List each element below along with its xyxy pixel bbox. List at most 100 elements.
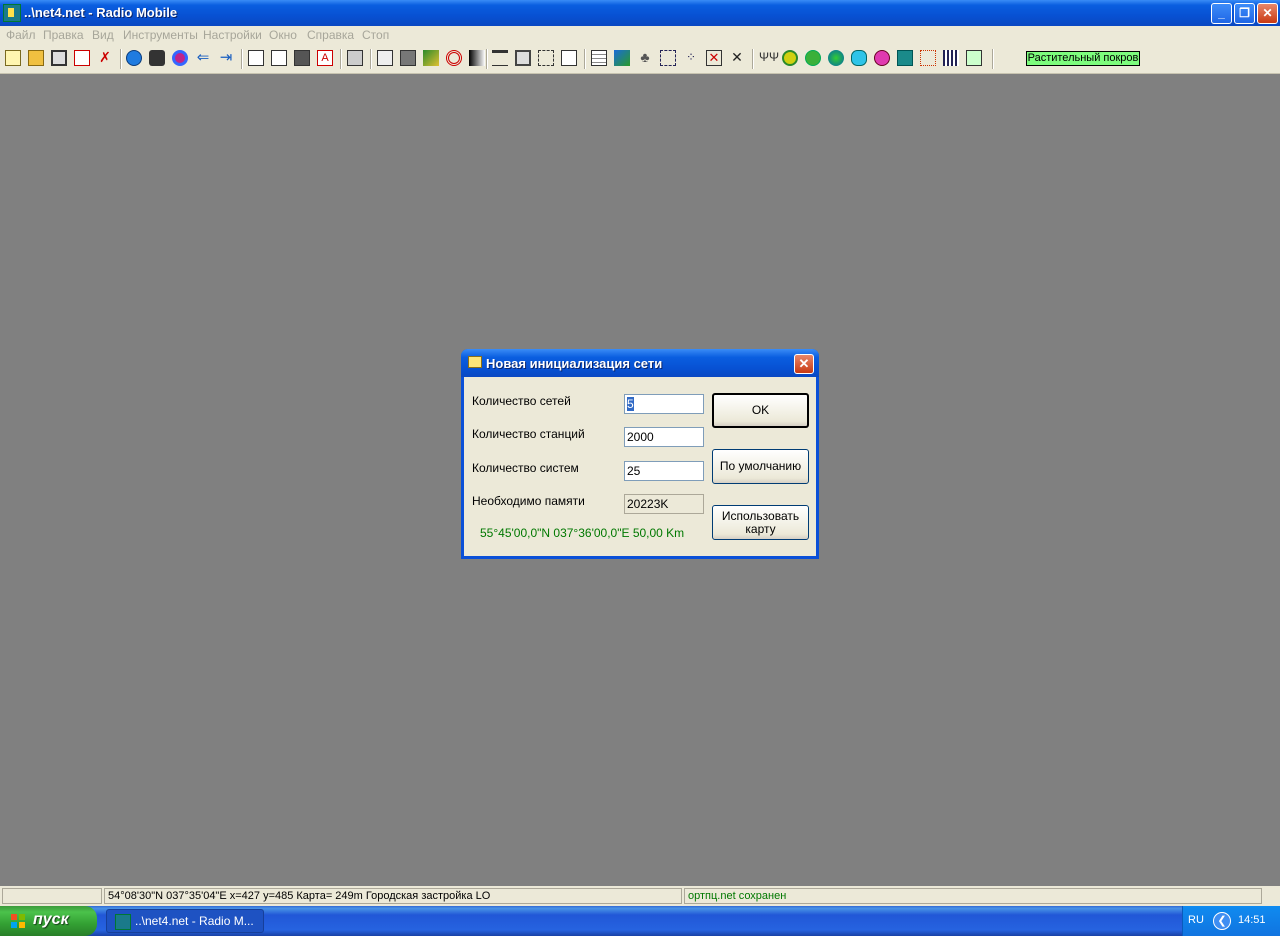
use-map-label-line2: карту bbox=[745, 522, 776, 536]
cross-icon[interactable]: ✕ bbox=[729, 50, 745, 66]
toolbar-separator bbox=[370, 49, 372, 69]
new-icon[interactable] bbox=[5, 50, 21, 66]
show-hidden-icons-icon[interactable]: ❮ bbox=[1213, 912, 1231, 930]
menu-window[interactable]: Окно bbox=[269, 28, 297, 42]
network-properties-icon[interactable] bbox=[74, 50, 90, 66]
menu-help[interactable]: Справка bbox=[307, 28, 354, 42]
defaults-button[interactable]: По умолчанию bbox=[712, 449, 809, 484]
vegetation-indicator[interactable]: Растительный покров bbox=[1026, 51, 1140, 66]
dialog-body: Количество сетей 5 Количество станций 20… bbox=[464, 377, 816, 556]
pdf-icon[interactable]: A bbox=[317, 50, 333, 66]
start-label: пуск bbox=[33, 911, 69, 928]
toolbar-separator bbox=[241, 49, 243, 69]
coverage-icon[interactable] bbox=[782, 50, 798, 66]
table-icon[interactable] bbox=[591, 50, 607, 66]
toolbar: ✗ ⇐ ⇥ A ♣ ⁘ ✕ ✕ ΨΨ Растительный покров bbox=[0, 45, 1280, 74]
windows-logo-icon bbox=[11, 914, 25, 928]
toolbar-separator bbox=[752, 49, 754, 69]
folder-icon bbox=[468, 356, 482, 368]
clock[interactable]: 14:51 bbox=[1238, 914, 1266, 926]
status-coordinates: 54°08'30"N 037°35'04"E x=427 y=485 Карта… bbox=[104, 888, 682, 904]
terrain-icon[interactable] bbox=[423, 50, 439, 66]
ruler-icon[interactable] bbox=[492, 50, 508, 66]
status-pane-empty bbox=[2, 888, 102, 904]
systems-count-input[interactable]: 25 bbox=[624, 461, 704, 481]
back-icon[interactable]: ⇐ bbox=[195, 50, 211, 66]
toolbar-separator bbox=[340, 49, 342, 69]
toolbar-separator bbox=[486, 49, 488, 69]
networks-count-input[interactable]: 5 bbox=[624, 394, 704, 414]
status-bar: 54°08'30"N 037°35'04"E x=427 y=485 Карта… bbox=[0, 886, 1280, 906]
status-message: ортпц.net сохранен bbox=[684, 888, 1262, 904]
compass-icon[interactable] bbox=[561, 50, 577, 66]
copy-icon[interactable] bbox=[377, 50, 393, 66]
open-icon[interactable] bbox=[28, 50, 44, 66]
networks-count-value: 5 bbox=[627, 397, 634, 411]
doc-edit-icon[interactable] bbox=[271, 50, 287, 66]
memory-required-value: 20223K bbox=[624, 494, 704, 514]
globe-icon[interactable] bbox=[126, 50, 142, 66]
dialog-close-button[interactable]: ✕ bbox=[794, 354, 814, 374]
minimize-button[interactable]: _ bbox=[1211, 3, 1232, 24]
close-button[interactable]: ✕ bbox=[1257, 3, 1278, 24]
network-init-dialog: Новая инициализация сети ✕ Количество се… bbox=[461, 349, 819, 559]
menu-file[interactable]: Файл bbox=[6, 28, 36, 42]
dialog-titlebar[interactable]: Новая инициализация сети ✕ bbox=[461, 349, 819, 377]
systems-count-label: Количество систем bbox=[472, 461, 579, 475]
units-icon[interactable]: ✗ bbox=[97, 50, 113, 66]
copy-pages-icon[interactable] bbox=[51, 50, 67, 66]
language-indicator[interactable]: RU bbox=[1188, 914, 1204, 926]
save-icon[interactable] bbox=[149, 50, 165, 66]
cylinder-icon[interactable] bbox=[851, 50, 867, 66]
radio-mobile-app-icon[interactable] bbox=[3, 4, 21, 22]
radio-mobile-task-icon bbox=[115, 914, 131, 930]
globe-pink-icon[interactable] bbox=[874, 50, 890, 66]
cross-box-icon[interactable]: ✕ bbox=[706, 50, 722, 66]
use-map-button[interactable]: Использовать карту bbox=[712, 505, 809, 540]
menu-settings[interactable]: Настройки bbox=[203, 28, 262, 42]
points-icon[interactable]: ⁘ bbox=[683, 50, 699, 66]
dialog-title: Новая инициализация сети bbox=[486, 356, 663, 371]
taskbar: пуск ..\net4.net - Radio M... RU ❮ 14:51 bbox=[0, 906, 1280, 936]
forward-icon[interactable]: ⇥ bbox=[218, 50, 234, 66]
map-center-coords: 55°45'00,0"N 037°36'00,0"E 50,00 Km bbox=[480, 526, 685, 540]
window-titlebar[interactable]: ..\net4.net - Radio Mobile _ ❐ ✕ bbox=[0, 0, 1280, 26]
target-icon[interactable] bbox=[172, 50, 188, 66]
toolbar-separator bbox=[992, 49, 994, 69]
earth-green-icon[interactable] bbox=[805, 50, 821, 66]
select-icon[interactable] bbox=[660, 50, 676, 66]
menu-edit[interactable]: Правка bbox=[43, 28, 84, 42]
doc-icon[interactable] bbox=[248, 50, 264, 66]
menu-view[interactable]: Вид bbox=[92, 28, 114, 42]
antenna-icon[interactable]: ΨΨ bbox=[759, 50, 779, 66]
grid-icon[interactable] bbox=[538, 50, 554, 66]
toolbar-separator bbox=[584, 49, 586, 69]
stations-count-label: Количество станций bbox=[472, 427, 585, 441]
print-icon[interactable] bbox=[347, 50, 363, 66]
paste-icon[interactable] bbox=[400, 50, 416, 66]
start-button[interactable]: пуск bbox=[0, 906, 97, 936]
networks-count-label: Количество сетей bbox=[472, 394, 571, 408]
save-doc-icon[interactable] bbox=[294, 50, 310, 66]
task-label: ..\net4.net - Radio M... bbox=[135, 914, 254, 928]
radar-icon[interactable] bbox=[446, 50, 462, 66]
menu-bar: Файл Правка Вид Инструменты Настройки Ок… bbox=[0, 26, 1280, 45]
toolbar-separator bbox=[120, 49, 122, 69]
person-icon[interactable]: ♣ bbox=[637, 50, 653, 66]
menu-tools[interactable]: Инструменты bbox=[123, 28, 198, 42]
taskbar-item-radio-mobile[interactable]: ..\net4.net - Radio M... bbox=[106, 909, 264, 933]
network-icon[interactable] bbox=[920, 50, 936, 66]
spectrum-icon[interactable] bbox=[897, 50, 913, 66]
stations-count-input[interactable]: 2000 bbox=[624, 427, 704, 447]
bars-icon[interactable] bbox=[943, 50, 959, 66]
earth-blue-icon[interactable] bbox=[828, 50, 844, 66]
map-icon[interactable] bbox=[614, 50, 630, 66]
frame-icon[interactable] bbox=[515, 50, 531, 66]
route-icon[interactable] bbox=[966, 50, 982, 66]
window-title: ..\net4.net - Radio Mobile bbox=[24, 5, 178, 20]
ok-button[interactable]: OK bbox=[712, 393, 809, 428]
menu-stop[interactable]: Стоп bbox=[362, 28, 389, 42]
gradient-icon[interactable] bbox=[469, 50, 485, 66]
memory-required-label: Необходимо памяти bbox=[472, 494, 585, 508]
restore-button[interactable]: ❐ bbox=[1234, 3, 1255, 24]
